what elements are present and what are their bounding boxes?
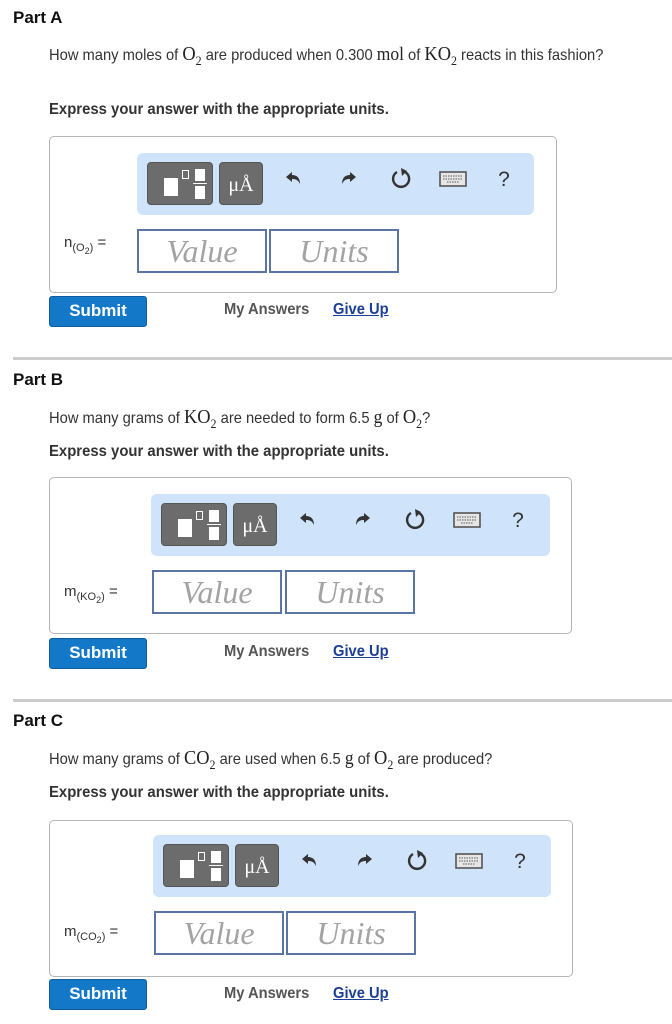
- reset-icon: [407, 850, 427, 871]
- undo-icon: [286, 172, 300, 184]
- keyboard-icon: [453, 512, 481, 528]
- question-text: How many grams of KO2 are needed to form…: [49, 407, 610, 434]
- templates-button[interactable]: [163, 844, 229, 887]
- answer-box: μÅ ? m(CO2) = Value Units: [49, 820, 573, 977]
- redo-button[interactable]: [349, 849, 379, 875]
- question-text-segment: are used when 6.5: [215, 751, 345, 768]
- question-text-segment: are produced when 0.300: [201, 47, 377, 64]
- keyboard-button[interactable]: [437, 167, 469, 193]
- math-toolbar: μÅ ?: [153, 835, 551, 897]
- units-input[interactable]: Units: [269, 229, 399, 273]
- answer-box: μÅ ? m(KO2) = Value Units: [49, 477, 572, 634]
- redo-button[interactable]: [347, 508, 377, 534]
- question-text: How many grams of CO2 are used when 6.5 …: [49, 748, 610, 775]
- keyboard-button[interactable]: [451, 508, 483, 534]
- question-text-segment: are produced?: [393, 751, 493, 768]
- keyboard-icon: [455, 853, 483, 869]
- answer-box: μÅ ? n(O2) = Value Units: [49, 136, 557, 293]
- answer-variable-label: m(KO2) =: [64, 583, 118, 606]
- instruction-text: Express your answer with the appropriate…: [49, 101, 389, 118]
- units-icon: μÅ: [228, 174, 254, 196]
- question-text-segment: How many moles of: [49, 47, 183, 64]
- redo-button[interactable]: [333, 167, 363, 193]
- part-title: Part C: [13, 711, 64, 730]
- submit-button[interactable]: Submit: [49, 296, 147, 327]
- reset-button[interactable]: [403, 849, 433, 877]
- give-up-link[interactable]: Give Up: [333, 985, 389, 1003]
- reset-button[interactable]: [401, 508, 431, 536]
- units-input[interactable]: Units: [285, 570, 415, 614]
- part-title: Part B: [13, 370, 64, 389]
- my-answers-link[interactable]: My Answers: [224, 985, 309, 1003]
- math-toolbar: μÅ ?: [151, 494, 550, 556]
- keyboard-icon: [439, 171, 467, 187]
- units-button[interactable]: μÅ: [233, 503, 277, 546]
- value-input[interactable]: Value: [154, 911, 284, 955]
- answer-variable-label: m(CO2) =: [64, 923, 119, 946]
- chemical-formula: O2: [374, 747, 394, 773]
- chemical-formula: O2: [402, 406, 423, 432]
- part-title: Part A: [13, 8, 63, 27]
- question-text-segment: of: [353, 751, 375, 768]
- help-button[interactable]: ?: [505, 850, 535, 874]
- keyboard-button[interactable]: [453, 849, 485, 875]
- math-toolbar: μÅ ?: [137, 153, 534, 215]
- instruction-text: Express your answer with the appropriate…: [49, 443, 389, 460]
- value-input[interactable]: Value: [137, 229, 267, 273]
- question-text-segment: of: [403, 47, 425, 64]
- chemical-formula: KO2: [424, 43, 457, 69]
- units-input[interactable]: Units: [286, 911, 416, 955]
- section-divider: [13, 357, 672, 360]
- reset-icon: [391, 168, 411, 189]
- question-text-segment: How many grams of: [49, 751, 184, 768]
- templates-button[interactable]: [161, 503, 227, 546]
- chemical-formula: KO2: [183, 406, 217, 432]
- section-divider: [13, 699, 672, 702]
- value-input[interactable]: Value: [152, 570, 282, 614]
- reset-button[interactable]: [387, 167, 417, 195]
- undo-icon: [302, 854, 316, 866]
- submit-button[interactable]: Submit: [49, 638, 147, 669]
- templates-button[interactable]: [147, 162, 213, 205]
- units-button[interactable]: μÅ: [219, 162, 263, 205]
- units-icon: μÅ: [244, 856, 270, 878]
- redo-icon: [356, 513, 370, 525]
- give-up-link[interactable]: Give Up: [333, 643, 389, 661]
- question-text-segment: of: [382, 410, 403, 427]
- instruction-text: Express your answer with the appropriate…: [49, 784, 389, 801]
- chemical-formula: CO2: [183, 747, 216, 773]
- help-button[interactable]: ?: [503, 509, 533, 533]
- my-answers-link[interactable]: My Answers: [224, 643, 309, 661]
- unit-symbol: mol: [376, 44, 404, 65]
- submit-button[interactable]: Submit: [49, 979, 147, 1010]
- question-text-segment: How many grams of: [49, 410, 184, 427]
- undo-button[interactable]: [293, 508, 323, 534]
- redo-icon: [358, 854, 372, 866]
- redo-icon: [342, 172, 356, 184]
- unit-symbol: g: [344, 748, 354, 769]
- units-icon: μÅ: [242, 515, 268, 537]
- units-button[interactable]: μÅ: [235, 844, 279, 887]
- undo-button[interactable]: [295, 849, 325, 875]
- undo-button[interactable]: [279, 167, 309, 193]
- question-text-segment: reacts in this fashion?: [456, 47, 604, 64]
- question-text: How many moles of O2 are produced when 0…: [49, 44, 610, 71]
- chemical-formula: O2: [182, 43, 202, 69]
- my-answers-link[interactable]: My Answers: [224, 301, 309, 319]
- give-up-link[interactable]: Give Up: [333, 301, 389, 319]
- help-button[interactable]: ?: [489, 168, 519, 192]
- reset-icon: [405, 509, 425, 530]
- undo-icon: [300, 513, 314, 525]
- question-text-segment: are needed to form 6.5: [216, 410, 374, 427]
- answer-variable-label: n(O2) =: [64, 234, 107, 257]
- question-text-segment: ?: [422, 410, 431, 427]
